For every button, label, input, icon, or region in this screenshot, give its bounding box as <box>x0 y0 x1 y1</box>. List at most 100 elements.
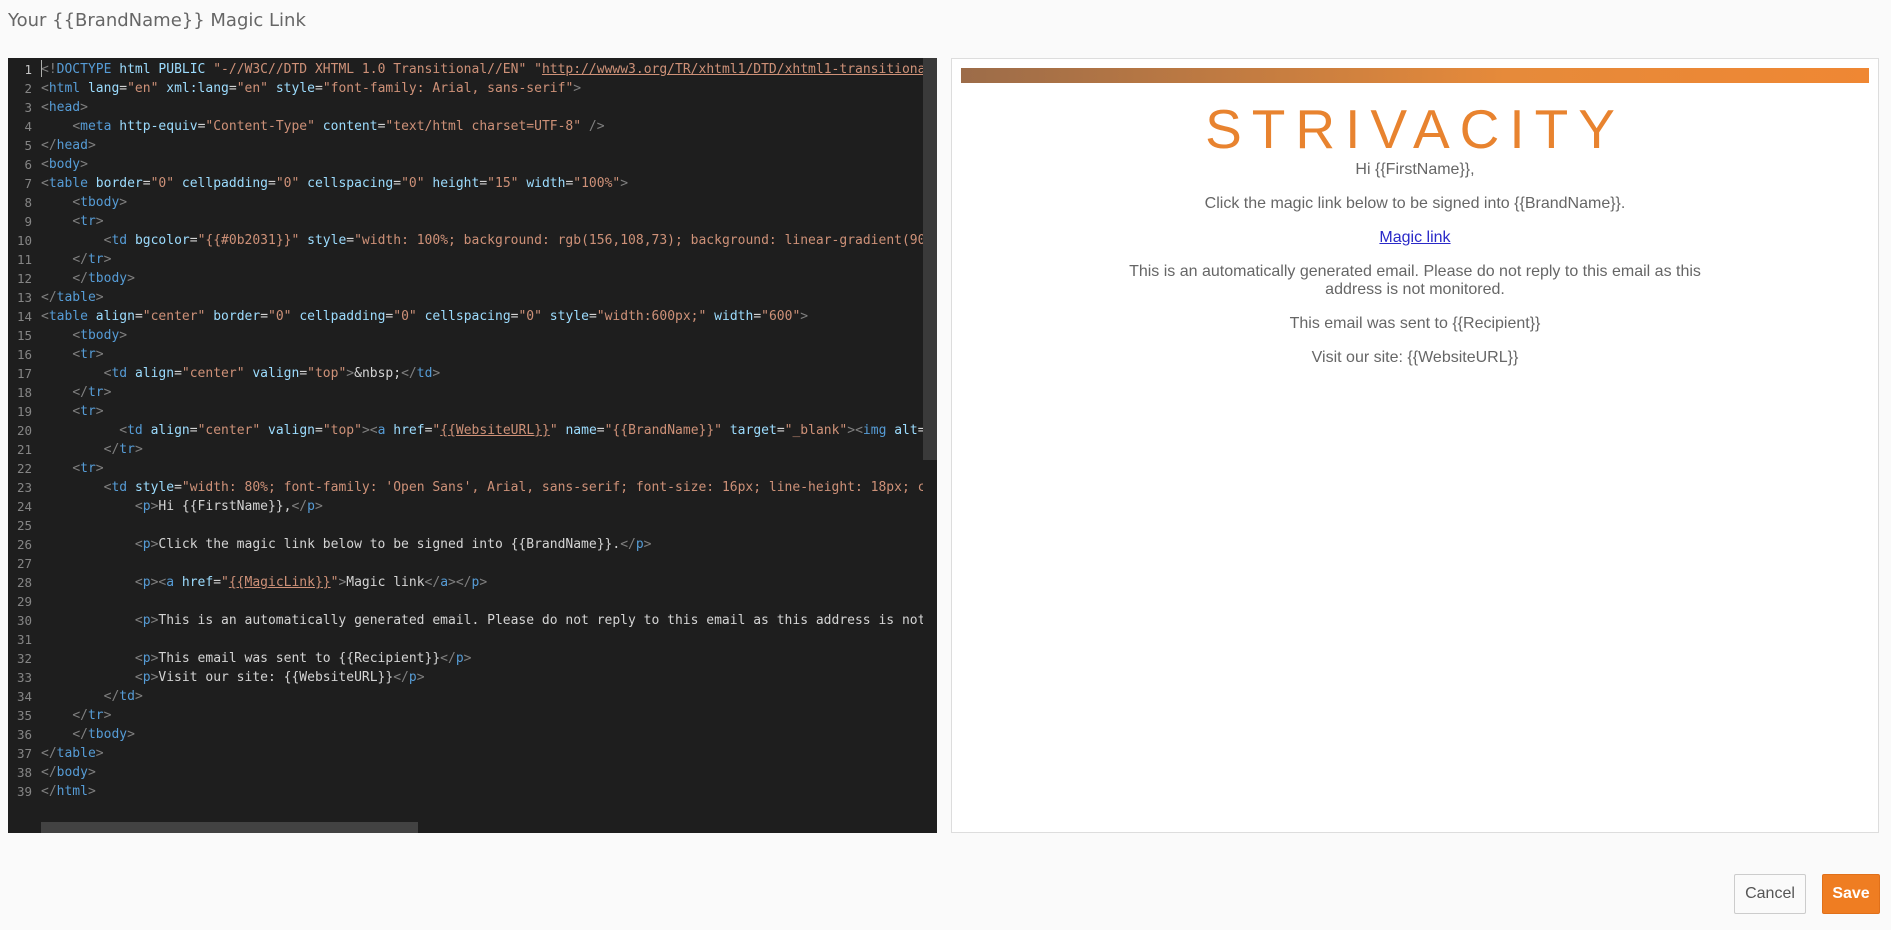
line-text: </table> <box>41 746 104 761</box>
line-number: 1 <box>24 62 32 77</box>
line-text: <head> <box>41 100 88 115</box>
website-text: Visit our site: {{WebsiteURL}} <box>1311 349 1519 366</box>
code-line[interactable]: 6 <body> <box>8 155 923 174</box>
line-text: <tr> <box>72 347 104 362</box>
line-text: </head> <box>41 138 96 153</box>
cancel-button[interactable]: Cancel <box>1734 874 1806 914</box>
code-line[interactable]: 20 <td align="center" valign="top"><a hr… <box>8 421 937 440</box>
instruction-text: Click the magic link below to be signed … <box>1204 195 1626 212</box>
line-text: <tr> <box>72 214 104 229</box>
code-line[interactable]: 14 <table align="center" border="0" cellp… <box>8 307 923 326</box>
code-line[interactable]: 5 </head> <box>8 136 923 155</box>
line-number: 20 <box>16 423 32 438</box>
code-line[interactable]: 28 <p><a href="{{MagicLink}}">Magic link… <box>8 573 923 592</box>
code-line[interactable]: 24 <p>Hi {{FirstName}},</p> <box>8 497 923 516</box>
code-line[interactable]: 2 <html lang="en" xml:lang="en" style="fo… <box>8 79 923 98</box>
code-line[interactable]: 10 <td bgcolor="{{#0b2031}}" style="widt… <box>8 231 937 250</box>
code-line[interactable]: 21 </tr> <box>8 440 923 459</box>
code-line[interactable]: 13 </table> <box>8 288 923 307</box>
line-text: <tbody> <box>72 328 128 343</box>
line-text: <table border="0" cellpadding="0" cellsp… <box>41 176 629 191</box>
brand-logo[interactable]: STRIVACITY <box>952 97 1878 161</box>
line-text: </body> <box>41 765 96 780</box>
line-text: <body> <box>41 157 88 172</box>
line-text: <td align="center" valign="top">&nbsp;</… <box>103 366 441 381</box>
code-line[interactable]: 7 <table border="0" cellpadding="0" cells… <box>8 174 923 193</box>
code-line[interactable]: 16 <tr> <box>8 345 923 364</box>
code-line[interactable]: 39 </html> <box>8 782 923 801</box>
vertical-scrollbar[interactable] <box>923 58 937 833</box>
code-line[interactable]: 3 <head> <box>8 98 923 117</box>
code-line[interactable]: 22 <tr> <box>8 459 923 478</box>
line-text: </tr> <box>72 708 112 723</box>
code-line[interactable]: 33 <p>Visit our site: {{WebsiteURL}}</p> <box>8 668 923 687</box>
notice-text: This is an automatically generated email… <box>1129 263 1701 298</box>
line-number: 17 <box>16 366 32 381</box>
line-text: </table> <box>41 290 104 305</box>
code-line[interactable]: 26 <p>Click the magic link below to be s… <box>8 535 923 554</box>
code-line[interactable]: 25 <box>8 516 923 535</box>
line-text: </tr> <box>72 385 112 400</box>
code-line[interactable]: 19 <tr> <box>8 402 923 421</box>
code-editor[interactable]: 1 <!DOCTYPE html PUBLIC "-//W3C//DTD XHTM… <box>8 58 937 833</box>
code-line[interactable]: 23 <td style="width: 80%; font-family: '… <box>8 478 937 497</box>
save-button[interactable]: Save <box>1822 874 1880 914</box>
code-line[interactable]: 31 <box>8 630 923 649</box>
greeting-text: Hi {{FirstName}}, <box>1355 161 1475 178</box>
code-line[interactable]: 38 </body> <box>8 763 923 782</box>
code-line[interactable]: 15 <tbody> <box>8 326 923 345</box>
line-text: <p><a href="{{MagicLink}}">Magic link</a… <box>134 575 488 590</box>
line-text: </tr> <box>72 252 112 267</box>
line-number: 10 <box>16 233 32 248</box>
line-number: 23 <box>16 480 32 495</box>
line-number: 30 <box>16 613 32 628</box>
line-number: 28 <box>16 575 32 590</box>
line-text: </html> <box>41 784 96 799</box>
code-line[interactable]: 35 </tr> <box>8 706 923 725</box>
line-number: 15 <box>16 328 32 343</box>
code-line[interactable]: 1 <!DOCTYPE html PUBLIC "-//W3C//DTD XHTM… <box>8 60 937 79</box>
code-line[interactable]: 34 </td> <box>8 687 923 706</box>
code-content[interactable]: 1 <!DOCTYPE html PUBLIC "-//W3C//DTD XHTM… <box>8 60 937 801</box>
line-number: 3 <box>24 100 32 115</box>
line-number: 24 <box>16 499 32 514</box>
line-text: <p>Hi {{FirstName}},</p> <box>134 499 323 514</box>
code-line[interactable]: 4 <meta http-equiv="Content-Type" conten… <box>8 117 923 136</box>
code-line[interactable]: 29 <box>8 592 923 611</box>
page-title: Your {{BrandName}} Magic Link <box>8 10 306 31</box>
line-number: 14 <box>16 309 32 324</box>
code-line[interactable]: 36 </tbody> <box>8 725 923 744</box>
line-number: 27 <box>16 556 32 571</box>
code-line[interactable]: 30 <p>This is an automatically generated… <box>8 611 937 630</box>
horizontal-scroll-thumb[interactable] <box>41 822 418 833</box>
line-text: </td> <box>103 689 143 704</box>
vertical-scroll-thumb[interactable] <box>923 58 937 460</box>
line-text: <tr> <box>72 404 104 419</box>
code-line[interactable]: 12 </tbody> <box>8 269 923 288</box>
code-line[interactable]: 9 <tr> <box>8 212 923 231</box>
line-text: <table align="center" border="0" cellpad… <box>41 309 809 324</box>
line-number: 4 <box>24 119 32 134</box>
code-line[interactable]: 27 <box>8 554 923 573</box>
line-text: <p>This is an automatically generated em… <box>134 613 937 628</box>
line-text: <html lang="en" xml:lang="en" style="fon… <box>41 81 582 96</box>
line-number: 32 <box>16 651 32 666</box>
code-line[interactable]: 11 </tr> <box>8 250 923 269</box>
magic-link[interactable]: Magic link <box>1379 229 1450 246</box>
code-line[interactable]: 32 <p>This email was sent to {{Recipient… <box>8 649 923 668</box>
code-line[interactable]: 17 <td align="center" valign="top">&nbsp… <box>8 364 923 383</box>
line-number: 12 <box>16 271 32 286</box>
line-number: 36 <box>16 727 32 742</box>
email-preview: STRIVACITY Hi {{FirstName}}, Click the m… <box>951 58 1879 833</box>
line-number: 25 <box>16 518 32 533</box>
text-cursor <box>41 60 42 77</box>
line-number: 29 <box>16 594 32 609</box>
code-line[interactable]: 37 </table> <box>8 744 923 763</box>
code-line[interactable]: 18 </tr> <box>8 383 923 402</box>
code-line[interactable]: 8 <tbody> <box>8 193 923 212</box>
header-gradient-bar <box>961 68 1869 83</box>
line-number: 19 <box>16 404 32 419</box>
line-text: </tr> <box>103 442 143 457</box>
line-number: 26 <box>16 537 32 552</box>
line-number: 2 <box>24 81 32 96</box>
